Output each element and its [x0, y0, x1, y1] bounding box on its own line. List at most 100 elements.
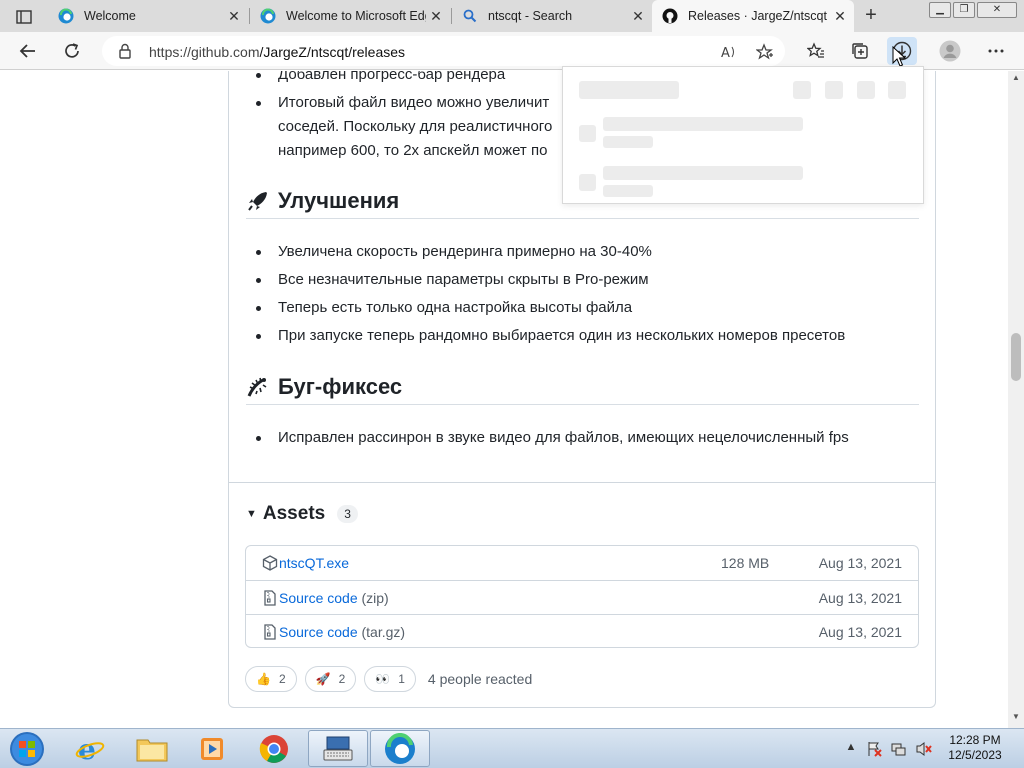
restore-button[interactable]: ❐ [953, 2, 975, 18]
settings-menu-button[interactable] [981, 37, 1011, 65]
list-item: Увеличена скорость рендеринга примерно н… [256, 240, 908, 264]
lock-icon [119, 43, 131, 59]
refresh-button[interactable] [57, 37, 87, 65]
flag-icon [868, 742, 882, 757]
start-button[interactable] [0, 730, 54, 767]
list-item: При запуске теперь рандомно выбирается о… [256, 324, 908, 348]
refresh-icon [65, 43, 79, 58]
skeleton-line [603, 136, 653, 148]
list-item-text: Исправлен рассинрон в звуке видео для фа… [278, 429, 849, 446]
assets-toggle[interactable]: ▼ Assets 3 [246, 503, 358, 525]
keyboard-icon [323, 736, 353, 760]
asset-name: Source code [279, 624, 358, 640]
list-item-text: При запуске теперь рандомно выбирается о… [278, 327, 846, 344]
minimize-button[interactable]: ▁ [929, 2, 951, 18]
taskbar-chrome[interactable] [244, 730, 304, 767]
collections-button[interactable] [845, 37, 875, 65]
downloads-flyout [562, 66, 924, 204]
asset-date: Aug 13, 2021 [818, 624, 902, 640]
asset-row: Source code (tar.gz) Aug 13, 2021 [246, 614, 918, 648]
reaction-eyes[interactable]: 👀 1 [364, 666, 416, 692]
navigation-bar: https://github.com/JargeZ/ntscqt/release… [0, 32, 1024, 70]
divider [229, 482, 935, 483]
skeleton-file-icon [579, 125, 596, 142]
tab-welcome[interactable]: Welcome ✕ [48, 0, 248, 32]
close-window-button[interactable]: ✕ [977, 2, 1017, 18]
reaction-count: 2 [338, 672, 346, 686]
scroll-thumb[interactable] [1011, 333, 1021, 381]
taskbar-edge[interactable] [370, 730, 430, 767]
taskbar-keyboard-app[interactable] [308, 730, 368, 767]
tab-strip: Welcome ✕ Welcome to Microsoft Edge ✕ nt… [0, 0, 1024, 32]
tab-actions-icon [16, 10, 32, 24]
new-tab-button[interactable]: + [860, 4, 882, 26]
thumbs-up-icon: 👍 [256, 672, 271, 686]
asset-row: Source code (zip) Aug 13, 2021 [246, 580, 918, 614]
assets-count-badge: 3 [337, 505, 358, 523]
skeleton-icon [825, 81, 843, 99]
taskbar-media-player[interactable] [182, 730, 242, 767]
assets-title: Assets [262, 503, 326, 524]
volume-icon[interactable] [916, 741, 932, 757]
profile-button[interactable] [935, 37, 965, 65]
reactions-summary: 4 people reacted [427, 671, 533, 687]
mouse-cursor-icon [892, 46, 906, 67]
edge-icon [385, 732, 415, 764]
folder-icon [136, 739, 168, 761]
skeleton-icon [888, 81, 906, 99]
favorites-button[interactable] [801, 37, 831, 65]
asset-suffix: (zip) [361, 590, 389, 606]
skeleton-icon [793, 81, 811, 99]
file-zip-icon [264, 590, 276, 606]
avatar-icon [939, 40, 961, 62]
favorites-icon [807, 42, 824, 58]
asset-date: Aug 13, 2021 [818, 590, 902, 606]
tab-welcome-edge[interactable]: Welcome to Microsoft Edge ✕ [250, 0, 450, 32]
github-icon [662, 8, 678, 24]
tab-close-button[interactable]: ✕ [830, 8, 850, 25]
tab-actions-button[interactable] [8, 6, 40, 28]
network-icon[interactable] [891, 741, 907, 757]
collections-icon [852, 43, 868, 59]
search-icon [463, 9, 477, 23]
reaction-count: 1 [398, 672, 405, 686]
reaction-rocket[interactable]: 🚀 2 [304, 666, 357, 692]
action-center-icon[interactable] [866, 741, 882, 757]
taskbar-file-explorer[interactable] [122, 730, 182, 767]
tab-close-button[interactable]: ✕ [426, 8, 446, 25]
scroll-up-arrow-icon[interactable]: ▲ [1008, 73, 1024, 87]
tab-title: ntscqt - Search [488, 9, 573, 23]
address-bar[interactable]: https://github.com/JargeZ/ntscqt/release… [102, 36, 785, 66]
reaction-thumbs-up[interactable]: 👍 2 [245, 666, 297, 692]
taskbar-internet-explorer[interactable]: e [60, 730, 120, 767]
tab-releases[interactable]: Releases · JargeZ/ntscqt ✕ [652, 0, 854, 32]
asset-row: ntscQT.exe 128 MB Aug 13, 2021 [246, 546, 918, 580]
media-player-icon [201, 737, 223, 760]
skeleton-title [579, 81, 679, 99]
tab-title: Welcome [84, 9, 136, 23]
tray-expand-icon[interactable]: ▲ [843, 741, 859, 757]
list-item-text: Все незначительные параметры скрыты в Pr… [278, 271, 649, 288]
asset-link[interactable]: ntscQT.exe [279, 555, 349, 571]
tab-search[interactable]: ntscqt - Search ✕ [452, 0, 652, 32]
add-favorite-icon[interactable] [756, 43, 774, 61]
assets-list: ntscQT.exe 128 MB Aug 13, 2021 Source co… [245, 545, 919, 648]
url-path: /JargeZ/ntscqt/releases [259, 44, 406, 60]
asset-link[interactable]: Source code (tar.gz) [279, 624, 405, 640]
rocket-icon: 🚀 [315, 672, 331, 686]
skeleton-line [603, 185, 653, 197]
system-clock[interactable]: 12:28 PM 12/5/2023 [940, 733, 1010, 763]
asset-link[interactable]: Source code (zip) [279, 590, 389, 606]
scroll-down-arrow-icon[interactable]: ▼ [1008, 712, 1024, 726]
list-item: Теперь есть только одна настройка высоты… [256, 296, 908, 320]
page-scrollbar[interactable]: ▲ ▼ [1008, 71, 1024, 728]
asset-name: Source code [279, 590, 358, 606]
network-icon-glyph [891, 743, 906, 756]
url-host: https://github.com [149, 44, 260, 60]
more-icon [988, 49, 1004, 53]
tab-close-button[interactable]: ✕ [224, 8, 244, 25]
read-aloud-icon[interactable]: A [720, 43, 738, 61]
windows-start-icon [10, 731, 44, 766]
back-button[interactable] [13, 37, 43, 65]
tab-close-button[interactable]: ✕ [628, 8, 648, 25]
